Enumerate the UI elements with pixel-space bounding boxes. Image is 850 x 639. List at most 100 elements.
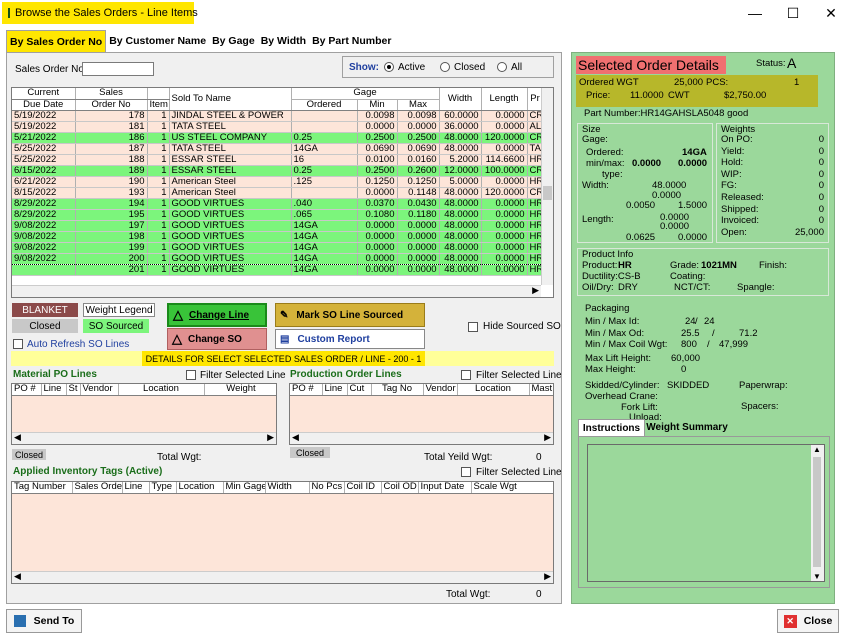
scroll-right-icon[interactable]: ▶ (532, 285, 539, 296)
table-row[interactable]: 6/21/2022 190 1 American Steel .125 0.1250 0.1… (12, 176, 544, 188)
scroll-left-icon[interactable]: ◀ (14, 571, 21, 582)
close-button[interactable]: ✕ Close (777, 609, 839, 633)
change-so-button[interactable]: △ Change SO (167, 328, 267, 350)
mark-sourced-button[interactable]: ✎ Mark SO Line Sourced (275, 303, 425, 327)
mpo-col-line[interactable]: Line (41, 384, 67, 396)
tab-by-part-number[interactable]: By Part Number (309, 30, 394, 52)
inv-col-line[interactable]: Line (122, 482, 150, 494)
prod-col-po[interactable]: PO # (290, 384, 323, 396)
col-due-date[interactable]: Due Date (12, 99, 76, 111)
table-row[interactable]: 8/29/2022 194 1 GOOD VIRTUES .040 0.0370 0.043… (12, 198, 544, 210)
col-max[interactable]: Max (397, 99, 440, 111)
table-row[interactable]: 5/19/2022 178 1 JINDAL STEEL & POWER 0.0098 0… (12, 110, 544, 122)
mpo-col-weight[interactable]: Weight (204, 384, 276, 396)
table-row[interactable]: 5/25/2022 188 1 ESSAR STEEL 16 0.0100 0.0160 5.… (12, 154, 544, 166)
material-filter-checkbox[interactable] (186, 370, 196, 381)
change-line-button[interactable]: △ Change Line (167, 303, 267, 327)
inv-col-scale-wgt[interactable]: Scale Wgt (471, 482, 553, 494)
table-row[interactable]: 6/15/2022 189 1 ESSAR STEEL 0.25 0.2500 0.2600… (12, 165, 544, 177)
table-row[interactable]: 8/29/2022 195 1 GOOD VIRTUES .065 0.1080 0.118… (12, 209, 544, 221)
table-row[interactable]: 9/08/2022 199 1 GOOD VIRTUES 14GA 0.0000 0.000… (12, 242, 544, 254)
mpo-col-location[interactable]: Location (118, 384, 205, 396)
col-item[interactable]: Item (147, 99, 170, 111)
inv-col-type[interactable]: Type (149, 482, 177, 494)
inv-col-width[interactable]: Width (265, 482, 310, 494)
scroll-right-icon[interactable]: ▶ (544, 432, 551, 443)
table-row[interactable]: 5/19/2022 181 1 TATA STEEL 0.0000 0.0000 36.00… (12, 121, 544, 133)
material-po-grid[interactable]: PO # Line St Vendor Location Weight ◀ ▶ (11, 383, 277, 445)
tab-by-gage[interactable]: By Gage (209, 30, 258, 52)
table-row[interactable]: 201 1 GOOD VIRTUES 14GA 0.0000 0.0000 48.0000 0… (12, 264, 544, 276)
col-ordered[interactable]: Ordered (291, 99, 358, 111)
show-closed-radio[interactable] (440, 62, 450, 73)
scroll-right-icon[interactable]: ▶ (267, 432, 274, 443)
scroll-left-icon[interactable]: ◀ (292, 432, 299, 443)
mpo-col-vendor[interactable]: Vendor (80, 384, 119, 396)
table-row[interactable]: 9/08/2022 198 1 GOOD VIRTUES 14GA 0.0000 0.000… (12, 231, 544, 243)
inv-col-coil-id[interactable]: Coil ID (344, 482, 382, 494)
tab-weight-summary[interactable]: Weight Summary (645, 419, 729, 436)
grid-scroll-thumb[interactable] (543, 186, 552, 200)
scroll-down-icon[interactable]: ▼ (813, 572, 821, 581)
inv-col-coil-od[interactable]: Coil OD (381, 482, 419, 494)
close-window-button[interactable]: ✕ (812, 0, 850, 26)
prod-col-mast[interactable]: Mast (529, 384, 553, 396)
send-to-button[interactable]: Send To (6, 609, 82, 633)
col-sold-to-name[interactable]: Sold To Name (169, 88, 292, 111)
grid-vertical-scrollbar[interactable] (541, 88, 553, 285)
mpo-col-st[interactable]: St (66, 384, 81, 396)
inv-col-tag-number[interactable]: Tag Number (12, 482, 73, 494)
instructions-scroll-thumb[interactable] (813, 457, 821, 567)
scroll-left-icon[interactable]: ◀ (14, 432, 21, 443)
maximize-button[interactable]: ☐ (774, 0, 812, 26)
prod-col-location[interactable]: Location (457, 384, 530, 396)
table-row[interactable]: 5/25/2022 187 1 TATA STEEL 14GA 0.0690 0.0690 4… (12, 143, 544, 155)
minimize-button[interactable]: — (736, 0, 774, 26)
inventory-grid[interactable]: Tag Number Sales Orde Line Type Location… (11, 481, 554, 584)
table-row[interactable]: 8/15/2022 193 1 American Steel 0.0000 0.1148 4… (12, 187, 544, 199)
production-filter-checkbox[interactable] (461, 370, 471, 381)
prod-col-tag[interactable]: Tag No (371, 384, 424, 396)
inv-col-no-pcs[interactable]: No Pcs (309, 482, 345, 494)
production-h-scrollbar[interactable]: ◀ ▶ (290, 432, 553, 444)
show-all-radio[interactable] (497, 62, 507, 73)
prod-col-vendor[interactable]: Vendor (423, 384, 458, 396)
inv-col-min-gage[interactable]: Min Gage (223, 482, 266, 494)
instructions-scrollbar[interactable]: ▲ ▼ (811, 445, 824, 581)
cell-ordered: 14GA (291, 220, 358, 232)
inventory-filter-label: Filter Selected Line (476, 467, 562, 478)
col-order-no[interactable]: Order No (75, 99, 148, 111)
auto-refresh-checkbox[interactable] (13, 339, 23, 350)
table-row[interactable]: 5/21/2022 186 1 US STEEL COMPANY 0.25 0.2500 0… (12, 132, 544, 144)
tab-by-width[interactable]: By Width (258, 30, 309, 52)
tab-by-sales-order-no[interactable]: By Sales Order No (6, 30, 107, 52)
inv-col-sales-order[interactable]: Sales Orde (72, 482, 123, 494)
tab-by-customer-name[interactable]: By Customer Name (106, 30, 209, 52)
hide-sourced-checkbox[interactable] (468, 322, 478, 333)
prod-col-cut[interactable]: Cut (347, 384, 372, 396)
custom-report-button[interactable]: ▤ Custom Report (275, 329, 425, 349)
sales-order-input[interactable] (82, 62, 154, 76)
inventory-filter-checkbox[interactable] (461, 467, 471, 478)
scroll-right-icon[interactable]: ▶ (544, 571, 551, 582)
sales-order-lines-grid[interactable]: Current Sales Sold To Name Gage Width Le… (11, 87, 554, 298)
material-h-scrollbar[interactable]: ◀ ▶ (12, 432, 276, 444)
inv-col-location[interactable]: Location (176, 482, 224, 494)
instructions-textarea[interactable]: ▲ ▼ (587, 444, 825, 582)
mpo-col-po[interactable]: PO # (12, 384, 42, 396)
col-width[interactable]: Width (439, 88, 482, 111)
col-length[interactable]: Length (481, 88, 528, 111)
legend-weight-button[interactable]: Weight Legend (83, 303, 155, 317)
col-min[interactable]: Min (357, 99, 398, 111)
scroll-up-icon[interactable]: ▲ (813, 445, 821, 454)
grid-horizontal-scrollbar[interactable]: ▶ (12, 285, 541, 297)
inventory-h-scrollbar[interactable]: ◀ ▶ (12, 571, 553, 583)
production-grid[interactable]: PO # Line Cut Tag No Vendor Location Mas… (289, 383, 554, 445)
inv-col-input-date[interactable]: Input Date (418, 482, 472, 494)
show-active-radio[interactable] (384, 62, 394, 73)
table-row[interactable]: 9/08/2022 197 1 GOOD VIRTUES 14GA 0.0000 0.000… (12, 220, 544, 232)
prod-col-line[interactable]: Line (322, 384, 348, 396)
cell-length: 120.0000 (481, 132, 528, 144)
tab-instructions[interactable]: Instructions (578, 419, 645, 436)
table-row[interactable]: 9/08/2022 200 1 GOOD VIRTUES 14GA 0.0000 0.000… (12, 252, 544, 265)
